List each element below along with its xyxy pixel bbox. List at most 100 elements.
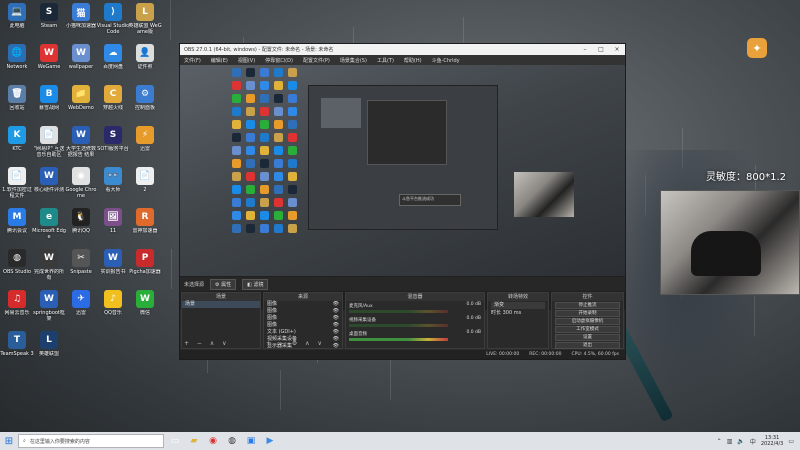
eye-icon[interactable]: 👁 <box>333 301 342 308</box>
obs-icon[interactable]: ◍ <box>224 433 240 449</box>
tray-chevron-icon[interactable]: ⌃ <box>717 438 722 445</box>
desktop-icon[interactable]: W 大学生选修数据报告 结果 <box>64 126 98 158</box>
desktop-icon[interactable]: C 穿越火线 <box>96 85 130 111</box>
desktop-icon[interactable]: L 英雄联盟 WeGame版 <box>128 3 162 35</box>
control-button[interactable]: 工作室模式 <box>555 326 620 333</box>
filters-button[interactable]: ◧ 滤镜 <box>242 278 269 290</box>
desktop-icon[interactable]: 🖼 11 <box>96 208 130 234</box>
desktop-icon[interactable]: 📄 2 <box>128 167 162 193</box>
obs-menu-item[interactable]: 文件(F) <box>184 57 201 64</box>
clock[interactable]: 13:31 2022/4/3 <box>761 435 783 447</box>
desktop-icon[interactable]: W 完成世界的所有 <box>32 249 66 281</box>
task-view-icon[interactable]: ▭ <box>167 433 183 449</box>
close-button[interactable]: × <box>609 46 625 53</box>
network-icon[interactable]: ▥ <box>727 438 733 445</box>
obs-menu-item[interactable]: 编辑(E) <box>211 57 228 64</box>
control-button[interactable]: 设置 <box>555 334 620 341</box>
desktop-icon[interactable]: 📄 "网易IP" 互送音乐自助区 <box>32 126 66 158</box>
desktop-icon[interactable]: W 实训报告书 <box>96 249 130 275</box>
properties-button[interactable]: ⚙ 属性 <box>210 278 237 290</box>
desktop-icon[interactable]: ◉ Google Chrome <box>64 167 98 199</box>
desktop-icon[interactable]: 💻 此电脑 <box>0 3 34 29</box>
obs-menu-item[interactable]: 工具(T) <box>377 57 394 64</box>
desktop-icon[interactable]: e Microsoft Edge <box>32 208 66 240</box>
eye-icon[interactable]: 👁 <box>333 308 342 315</box>
eye-icon[interactable]: 👁 <box>333 329 342 336</box>
explorer-icon[interactable]: ▰ <box>186 433 202 449</box>
desktop-icon[interactable]: 🌐 Network <box>0 44 34 70</box>
obs-menu-item[interactable]: 停靠窗口(D) <box>265 57 293 64</box>
obs-menu-item[interactable]: 帮助(H) <box>404 57 422 64</box>
source-item[interactable]: 文本 (GDI+) 👁 <box>264 329 342 336</box>
eye-icon[interactable]: 👁 <box>333 336 342 343</box>
start-button[interactable]: ⊞ <box>0 432 18 450</box>
desktop-icon[interactable]: 猫小猫咪加速器 <box>64 3 98 29</box>
desktop-icon[interactable]: ⟩ Visual Studio Code <box>96 3 130 35</box>
eye-icon[interactable]: 👁 <box>333 315 342 322</box>
desktop-icon[interactable]: ✂ Snipaste <box>64 249 98 275</box>
mixer-channel[interactable]: 麦克风/Aux 0.0 dB <box>346 301 484 315</box>
desktop-icon[interactable]: 👓 看大师 <box>96 167 130 193</box>
ime-icon[interactable]: 中 <box>750 437 756 446</box>
sources-controls[interactable]: + − ⚙ ∧ ∨ <box>266 340 325 347</box>
desktop-icon[interactable]: 🐧 腾讯QQ <box>64 208 98 234</box>
desktop-icon[interactable]: P Pigcha加速器 <box>128 249 162 275</box>
desktop-icon[interactable]: Wspringboot框架 <box>32 290 66 322</box>
desktop-icon[interactable]: ✈ 迅雷 <box>64 290 98 316</box>
desktop-icon[interactable]: K KTC <box>0 126 34 152</box>
desktop-icon[interactable]: ♫ 网易云音乐 <box>0 290 34 316</box>
mixer-channel[interactable]: 视频采集设备 0.0 dB <box>346 315 484 329</box>
control-button[interactable]: 启动虚拟摄像机 <box>555 318 620 325</box>
desktop-icon[interactable]: S Steam <box>32 3 66 29</box>
taskbar-search[interactable]: ⌕ 在这里输入你要搜索的内容 <box>18 434 164 448</box>
obs-menu-item[interactable]: 斗鱼-Chrldy <box>432 57 460 64</box>
control-button[interactable]: 退出 <box>555 342 620 349</box>
mixer-channel[interactable]: 桌面音频 0.0 dB <box>346 329 484 343</box>
chrome-icon[interactable]: ◉ <box>205 433 221 449</box>
desktop-icon[interactable]: 👤 证件照 <box>128 44 162 70</box>
obs-menu-item[interactable]: 场景集合(S) <box>340 57 367 64</box>
desktop-icon[interactable]: B 暴雪战网 <box>32 85 66 111</box>
control-button[interactable]: 开始录制 <box>555 310 620 317</box>
desktop-icon[interactable]: T TeamSpeak 3 <box>0 331 34 357</box>
obs-menu-item[interactable]: 视图(V) <box>238 57 255 64</box>
desktop-icon[interactable]: ◍ OBS Studio <box>0 249 34 275</box>
desktop-icon[interactable]: 🗑 回收站 <box>0 85 34 111</box>
desktop-icon[interactable]: ⚙ 控制面板 <box>128 85 162 111</box>
eye-icon[interactable]: 👁 <box>333 322 342 329</box>
desktop-icon[interactable]: 📄 1.软件加密过程文件 <box>0 167 34 199</box>
source-item[interactable]: 图像 👁 <box>264 301 342 308</box>
desktop-icon[interactable]: W WeGame <box>32 44 66 70</box>
desktop-icon[interactable]: L 英雄联盟 <box>32 331 66 357</box>
obs-titlebar[interactable]: OBS 27.0.1 (64-bit, windows) - 配置文件: 未命名… <box>180 44 625 55</box>
desktop-icon[interactable]: S SOTI服务平台 <box>96 126 130 152</box>
source-item[interactable]: 图像 👁 <box>264 308 342 315</box>
preview-canvas[interactable]: 斗鱼平台推流成功 <box>180 65 625 276</box>
obs-window[interactable]: OBS 27.0.1 (64-bit, windows) - 配置文件: 未命名… <box>179 43 626 360</box>
obs-menu-item[interactable]: 配置文件(P) <box>303 57 330 64</box>
scenes-controls[interactable]: + − ∧ ∨ <box>184 340 230 347</box>
minimize-button[interactable]: – <box>577 46 593 53</box>
desktop-icon[interactable]: R 雷神加速器 <box>128 208 162 234</box>
meeting-icon[interactable]: ▣ <box>243 433 259 449</box>
volume-icon[interactable]: 🔈 <box>737 438 744 445</box>
desktop-icon[interactable]: M 腾讯会议 <box>0 208 34 234</box>
scene-item[interactable]: 场景 <box>182 301 260 308</box>
source-item[interactable]: 图像 👁 <box>264 322 342 329</box>
desktop-icon[interactable]: 📁 WebDemo <box>64 85 98 111</box>
desktop-icon[interactable]: W 核心硬件评测 <box>32 167 66 193</box>
transition-select[interactable]: 渐变 <box>491 302 545 309</box>
notification-icon[interactable]: ▭ <box>788 438 794 445</box>
corner-app-icon[interactable]: ✦ <box>747 38 767 58</box>
duration-row[interactable]: 时长 300 ms <box>488 310 548 317</box>
control-button[interactable]: 停止推流 <box>555 302 620 309</box>
eye-icon[interactable]: 👁 <box>333 343 342 350</box>
desktop-icon[interactable]: Wwallpaper <box>64 44 98 70</box>
maximize-button[interactable]: □ <box>593 46 609 53</box>
desktop-icon[interactable]: W 微信 <box>128 290 162 316</box>
desktop-icon[interactable]: ☁ 百度网盘 <box>96 44 130 70</box>
bilibili-icon[interactable]: ▶ <box>262 433 278 449</box>
obs-preview-area[interactable]: 斗鱼平台推流成功 未选择源 ⚙ 属性 ◧ 滤镜 <box>180 65 625 310</box>
source-item[interactable]: 图像 👁 <box>264 315 342 322</box>
desktop-icon[interactable]: ⚡ 迅雷 <box>128 126 162 152</box>
